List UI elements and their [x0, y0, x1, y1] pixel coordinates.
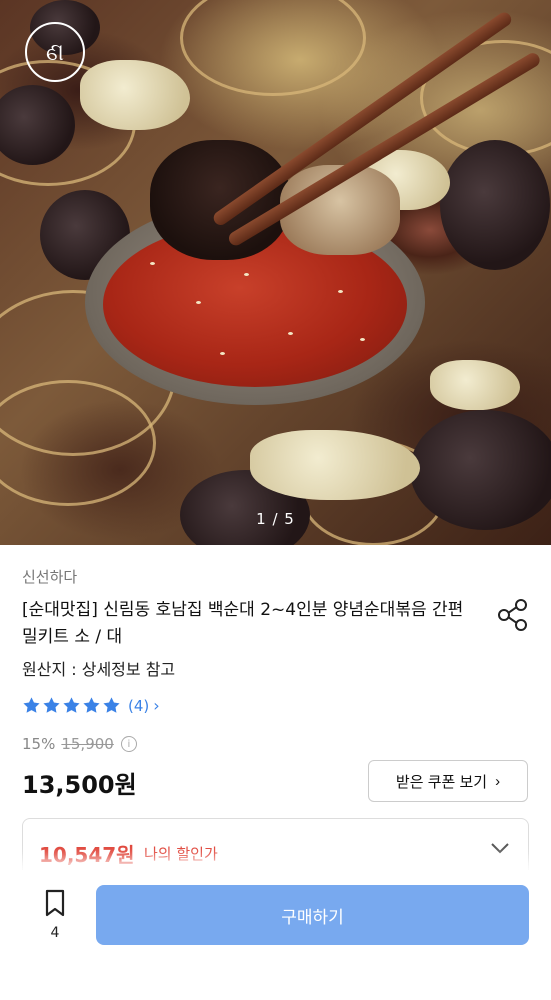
image-page-indicator: 1 / 5 [256, 510, 295, 528]
food-texture [250, 430, 420, 500]
sesame-seed [220, 352, 225, 355]
my-discount-label: 나의 할인가 [144, 845, 218, 863]
food-texture [430, 360, 520, 410]
discount-row: 15% 15,900 i [22, 735, 137, 753]
bookmark-icon[interactable] [40, 888, 70, 918]
brand-logo-mark: ଣ [45, 38, 65, 66]
share-icon[interactable] [496, 598, 530, 632]
info-icon[interactable]: i [120, 736, 137, 752]
brand-logo-icon[interactable]: ଣ [25, 22, 85, 82]
sale-price: 13,500원 [22, 771, 137, 799]
chevron-right-icon: › [153, 696, 160, 715]
food-texture [180, 0, 366, 96]
origin-info: 원산지 : 상세정보 참고 [22, 660, 176, 679]
original-price: 15,900 [61, 735, 114, 753]
star-icon [63, 697, 80, 713]
review-count[interactable]: (4) [128, 697, 149, 715]
sesame-seed [360, 338, 365, 341]
coupon-button-label: 받은 쿠폰 보기 [395, 773, 488, 791]
star-icon [83, 697, 100, 713]
coupon-button[interactable]: 받은 쿠폰 보기 › [368, 760, 528, 802]
chevron-right-icon: › [495, 772, 501, 790]
sesame-seed [196, 301, 201, 304]
rating[interactable]: (4) › [22, 696, 160, 715]
discount-rate: 15% [22, 735, 56, 753]
chevron-down-icon [491, 843, 509, 854]
seller-name[interactable]: 신선하다 [22, 566, 77, 587]
sesame-seed [288, 332, 293, 335]
sesame-seed [244, 273, 249, 276]
product-title: [순대맛집] 신림동 호남집 백순대 2~4인분 양념순대볶음 간편 밀키트 소… [22, 600, 464, 647]
bookmark-count: 4 [50, 925, 60, 941]
star-icon [43, 697, 60, 713]
star-icon [103, 697, 120, 713]
my-discount-price: 10,547원 [39, 843, 135, 867]
buy-button[interactable]: 구매하기 [96, 885, 529, 945]
star-icon [23, 697, 40, 713]
food-texture [80, 60, 190, 130]
sundae-piece [150, 140, 290, 260]
sesame-seed [150, 262, 155, 265]
sesame-seed [338, 290, 343, 293]
food-texture [440, 140, 550, 270]
product-image[interactable]: ଣ 1 / 5 [0, 0, 551, 545]
